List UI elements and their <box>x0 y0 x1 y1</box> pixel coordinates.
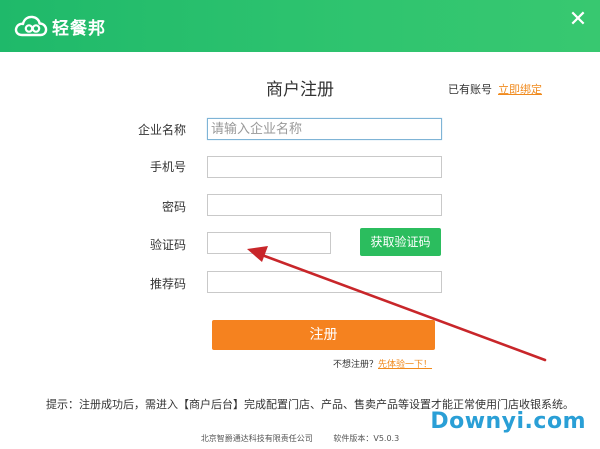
footer: 北京智爵通达科技有限责任公司 软件版本：V5.0.3 <box>0 433 600 444</box>
company-label: 企业名称 <box>137 123 186 137</box>
bind-now-link[interactable]: 立即绑定 <box>498 83 542 96</box>
close-icon: ✕ <box>568 7 588 32</box>
try-first-link[interactable]: 先体验一下！ <box>378 360 432 370</box>
annotation-arrow <box>247 246 547 362</box>
referrer-label: 推荐码 <box>149 277 186 291</box>
phone-input[interactable] <box>207 156 442 178</box>
login-prompt: 已有账号 <box>448 83 492 96</box>
register-button[interactable]: 注册 <box>212 320 435 350</box>
company-name-input[interactable] <box>207 118 442 140</box>
cloud-logo-icon <box>14 15 48 37</box>
close-button[interactable]: ✕ <box>566 8 590 32</box>
title-bar: 轻餐邦 ✕ <box>0 0 600 52</box>
version-label: 软件版本：V5.0.3 <box>333 434 400 443</box>
login-hint: 已有账号 立即绑定 <box>448 81 542 97</box>
code-label: 验证码 <box>149 238 186 252</box>
password-label: 密码 <box>161 200 186 214</box>
referrer-code-input[interactable] <box>207 271 442 293</box>
app-name: 轻餐邦 <box>52 18 106 39</box>
watermark-logo: Downyi.com <box>430 409 586 434</box>
skip-hint: 不想注册？先体验一下！ <box>0 357 600 370</box>
get-code-button[interactable]: 获取验证码 <box>360 228 441 256</box>
skip-prompt: 不想注册？ <box>332 360 378 370</box>
verification-code-input[interactable] <box>207 232 331 254</box>
password-input[interactable] <box>207 194 442 216</box>
phone-label: 手机号 <box>149 160 186 174</box>
company-name: 北京智爵通达科技有限责任公司 <box>200 434 313 443</box>
app-logo: 轻餐邦 <box>14 12 106 40</box>
